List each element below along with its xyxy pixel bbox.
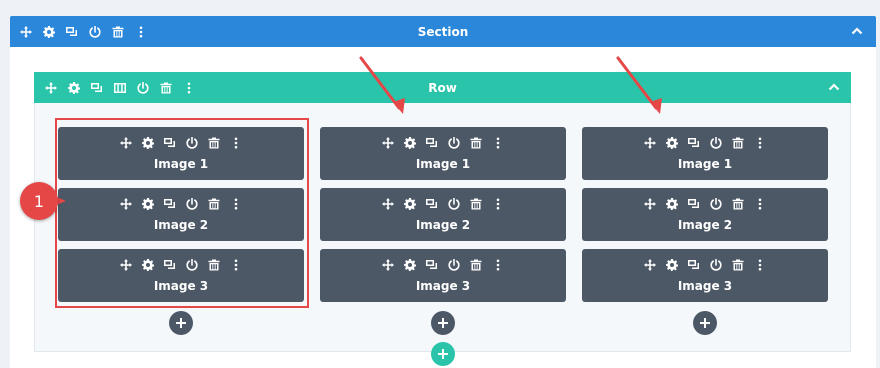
move-icon[interactable] bbox=[377, 257, 399, 273]
module-toolbar bbox=[320, 257, 566, 273]
power-icon[interactable] bbox=[705, 257, 727, 273]
add-row-button[interactable] bbox=[431, 342, 455, 366]
plus-icon bbox=[176, 318, 186, 328]
module-label: Image 1 bbox=[415, 157, 471, 171]
move-icon[interactable] bbox=[639, 135, 661, 151]
settings-icon[interactable] bbox=[661, 135, 683, 151]
image-module[interactable]: Image 3 bbox=[582, 249, 828, 302]
plus-icon bbox=[700, 318, 710, 328]
settings-icon[interactable] bbox=[661, 196, 683, 212]
move-icon[interactable] bbox=[639, 196, 661, 212]
more-icon[interactable] bbox=[487, 135, 509, 151]
duplicate-icon[interactable] bbox=[683, 135, 705, 151]
section-title: Section bbox=[417, 24, 469, 39]
image-module[interactable]: Image 1 bbox=[320, 127, 566, 180]
duplicate-icon[interactable] bbox=[421, 196, 443, 212]
settings-icon[interactable] bbox=[399, 135, 421, 151]
module-toolbar bbox=[582, 196, 828, 212]
add-module-button[interactable] bbox=[693, 311, 717, 335]
duplicate-icon[interactable] bbox=[421, 135, 443, 151]
power-icon[interactable] bbox=[705, 135, 727, 151]
trash-icon[interactable] bbox=[465, 196, 487, 212]
move-icon[interactable] bbox=[377, 135, 399, 151]
trash-icon[interactable] bbox=[465, 135, 487, 151]
power-icon[interactable] bbox=[705, 196, 727, 212]
row-title: Row bbox=[428, 80, 457, 95]
more-icon[interactable] bbox=[749, 196, 771, 212]
module-label: Image 3 bbox=[415, 279, 471, 293]
power-icon[interactable] bbox=[443, 135, 465, 151]
power-icon[interactable] bbox=[443, 196, 465, 212]
settings-icon[interactable] bbox=[399, 196, 421, 212]
duplicate-icon[interactable] bbox=[421, 257, 443, 273]
annotation-arrow bbox=[616, 56, 662, 114]
trash-icon[interactable] bbox=[727, 257, 749, 273]
chevron-up-icon[interactable] bbox=[825, 78, 843, 96]
move-icon[interactable] bbox=[639, 257, 661, 273]
module-label: Image 2 bbox=[415, 218, 471, 232]
add-module-button[interactable] bbox=[169, 311, 193, 335]
more-icon[interactable] bbox=[487, 196, 509, 212]
trash-icon[interactable] bbox=[727, 196, 749, 212]
image-module[interactable]: Image 2 bbox=[582, 188, 828, 241]
module-toolbar bbox=[582, 257, 828, 273]
move-icon[interactable] bbox=[377, 196, 399, 212]
section-bar[interactable]: Section bbox=[10, 16, 876, 47]
trash-icon[interactable] bbox=[465, 257, 487, 273]
module-label: Image 3 bbox=[677, 279, 733, 293]
module-toolbar bbox=[320, 135, 566, 151]
add-module-button[interactable] bbox=[431, 311, 455, 335]
module-label: Image 1 bbox=[677, 157, 733, 171]
more-icon[interactable] bbox=[749, 257, 771, 273]
callout-badge: 1 bbox=[20, 182, 58, 220]
module-label: Image 2 bbox=[677, 218, 733, 232]
chevron-up-icon[interactable] bbox=[848, 22, 866, 40]
module-toolbar bbox=[582, 135, 828, 151]
plus-icon bbox=[438, 318, 448, 328]
more-icon[interactable] bbox=[487, 257, 509, 273]
trash-icon[interactable] bbox=[727, 135, 749, 151]
annotation-arrow bbox=[359, 56, 405, 114]
settings-icon[interactable] bbox=[661, 257, 683, 273]
plus-icon bbox=[438, 349, 448, 359]
image-module[interactable]: Image 1 bbox=[582, 127, 828, 180]
image-module[interactable]: Image 2 bbox=[320, 188, 566, 241]
power-icon[interactable] bbox=[443, 257, 465, 273]
duplicate-icon[interactable] bbox=[683, 196, 705, 212]
duplicate-icon[interactable] bbox=[683, 257, 705, 273]
column-highlight-box bbox=[55, 118, 309, 308]
settings-icon[interactable] bbox=[399, 257, 421, 273]
image-module[interactable]: Image 3 bbox=[320, 249, 566, 302]
row-bar[interactable]: Row bbox=[34, 72, 851, 103]
more-icon[interactable] bbox=[749, 135, 771, 151]
module-toolbar bbox=[320, 196, 566, 212]
